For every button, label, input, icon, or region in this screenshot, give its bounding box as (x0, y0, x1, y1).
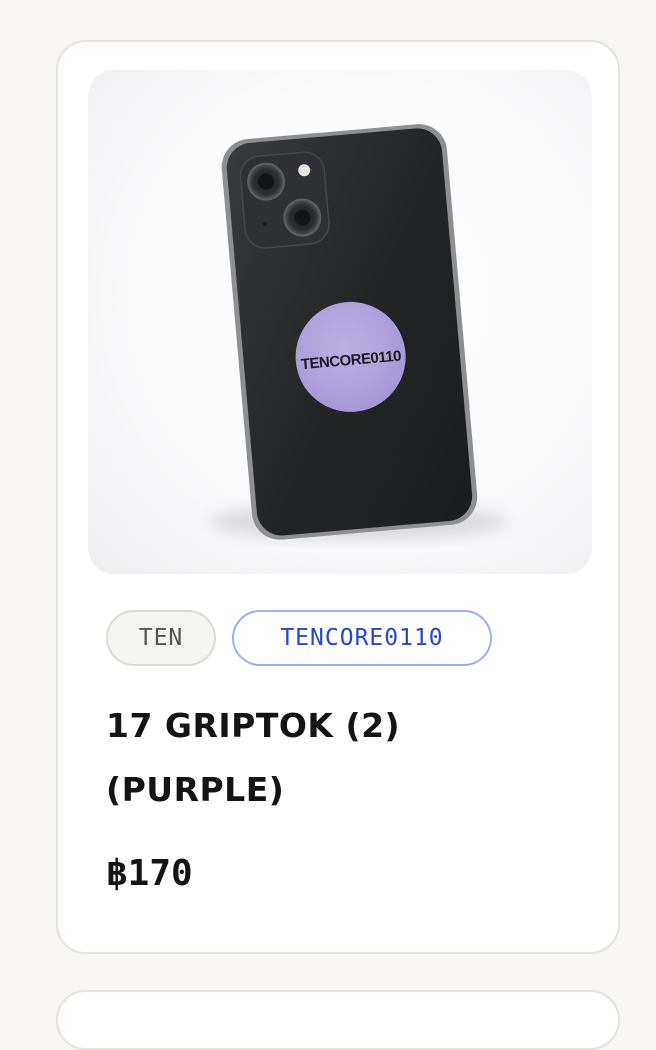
tag-list: TEN TENCORE0110 (106, 610, 492, 666)
product-title[interactable]: 17 GRIPTOK (2) (PURPLE) (106, 694, 586, 822)
product-image[interactable]: TENCORE0110 (88, 70, 592, 574)
tag-artist[interactable]: TEN (106, 610, 216, 666)
camera-island (239, 151, 330, 249)
product-card[interactable]: TENCORE0110 TEN TENCORE0110 17 GRIPTOK (… (56, 40, 620, 954)
product-price: ฿170 (106, 853, 193, 894)
product-photo: TENCORE0110 (208, 124, 508, 540)
tag-collection[interactable]: TENCORE0110 (232, 610, 492, 666)
next-product-card[interactable] (56, 990, 620, 1050)
phone: TENCORE0110 (221, 124, 478, 540)
